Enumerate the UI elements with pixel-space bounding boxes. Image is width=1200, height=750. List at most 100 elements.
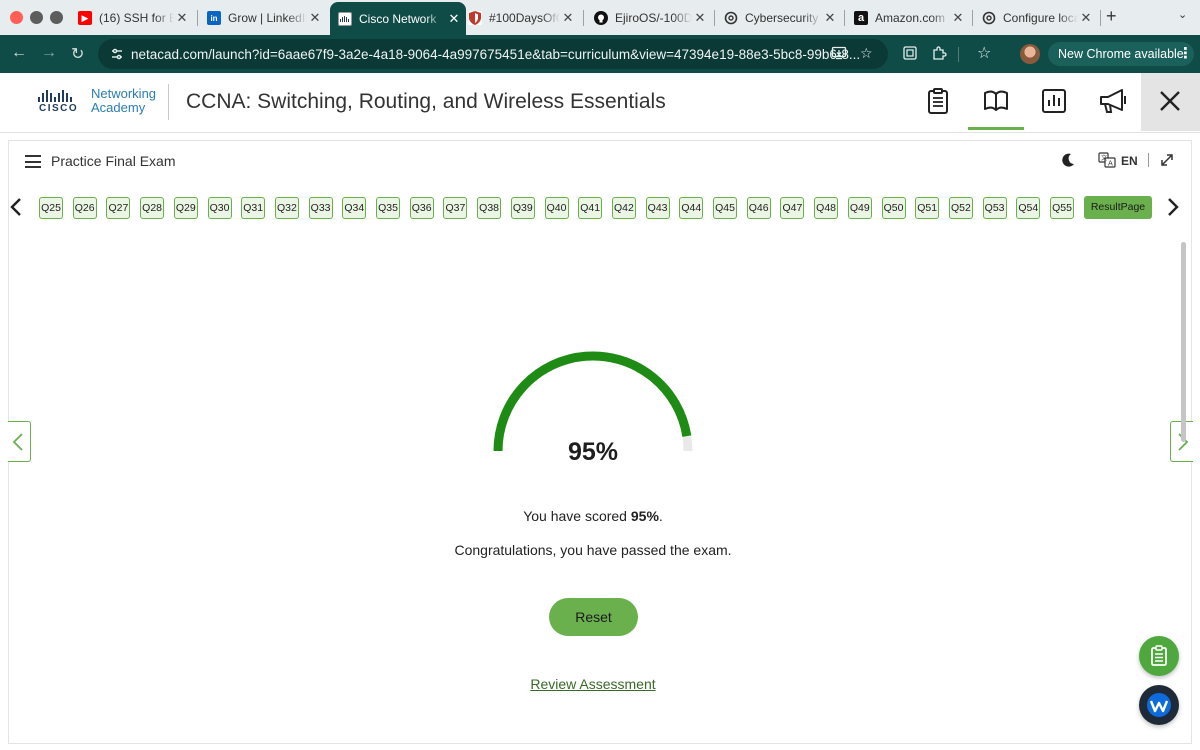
question-nav-next-chevron-icon[interactable] bbox=[1166, 196, 1180, 224]
profile-avatar[interactable] bbox=[1020, 44, 1040, 64]
chrome-menu-icon[interactable]: ⋮ bbox=[1178, 44, 1193, 62]
translate-icon[interactable]: 文A bbox=[1098, 152, 1116, 168]
new-tab-button[interactable]: + bbox=[1106, 6, 1117, 27]
expand-fullscreen-icon[interactable] bbox=[1160, 153, 1174, 167]
language-selector[interactable]: EN bbox=[1121, 154, 1138, 168]
close-course-button[interactable] bbox=[1141, 73, 1200, 131]
window-close-control[interactable] bbox=[10, 11, 23, 24]
question-button[interactable]: Q40 bbox=[544, 197, 569, 219]
question-button[interactable]: Q53 bbox=[982, 197, 1007, 219]
question-button[interactable]: Q47 bbox=[780, 197, 805, 219]
dark-mode-moon-icon[interactable] bbox=[1060, 152, 1076, 168]
browser-tab[interactable]: Cybersecurity ✕ bbox=[716, 5, 842, 31]
window-zoom-control[interactable] bbox=[50, 11, 63, 24]
browser-tab[interactable]: #100DaysOfCy ✕ bbox=[460, 5, 580, 31]
question-button[interactable]: Q38 bbox=[477, 197, 502, 219]
tab-close-icon[interactable]: ✕ bbox=[174, 10, 190, 26]
question-button[interactable]: Q26 bbox=[72, 197, 97, 219]
browser-tab[interactable]: EjiroOS/-100D ✕ bbox=[586, 5, 712, 31]
networking-academy-logo[interactable]: Networking Academy bbox=[91, 87, 156, 115]
browser-tab-strip: ▶ (16) SSH for Be ✕ in Grow | LinkedIn ✕… bbox=[0, 0, 1200, 35]
reset-button[interactable]: Reset bbox=[549, 598, 638, 636]
browser-tab[interactable]: Configure loca ✕ bbox=[974, 5, 1098, 31]
tab-close-icon[interactable]: ✕ bbox=[1078, 10, 1094, 26]
svg-text:A: A bbox=[1108, 160, 1113, 168]
window-minimize-control[interactable] bbox=[30, 11, 43, 24]
browser-tab-active[interactable]: Cisco Network ✕ bbox=[330, 2, 466, 35]
question-button[interactable]: Q49 bbox=[847, 197, 872, 219]
tab-label: #100DaysOfCy bbox=[489, 11, 560, 25]
question-button[interactable]: Q45 bbox=[713, 197, 737, 219]
tab-label: Amazon.com S bbox=[875, 11, 950, 25]
score-percentage: 95% bbox=[567, 438, 619, 466]
question-button[interactable]: Q39 bbox=[510, 197, 535, 219]
tab-close-icon[interactable]: ✕ bbox=[950, 10, 966, 26]
score-statement: You have scored 95%. bbox=[400, 508, 786, 524]
bookmarks-star-icon[interactable]: ☆ bbox=[977, 43, 991, 63]
scrollbar-thumb[interactable] bbox=[1181, 242, 1186, 442]
question-button[interactable]: Q55 bbox=[1050, 197, 1074, 219]
tab-close-icon[interactable]: ✕ bbox=[307, 10, 323, 26]
webex-floating-button[interactable] bbox=[1139, 685, 1179, 725]
tab-separator bbox=[583, 10, 584, 26]
chrome-update-button[interactable]: New Chrome available bbox=[1048, 42, 1194, 66]
question-button[interactable]: Q52 bbox=[948, 197, 973, 219]
browser-tab[interactable]: in Grow | LinkedIn ✕ bbox=[199, 5, 327, 31]
tab-close-icon[interactable]: ✕ bbox=[822, 10, 838, 26]
notes-clipboard-icon bbox=[1150, 645, 1168, 672]
question-button[interactable]: Q46 bbox=[746, 197, 771, 219]
active-tab-indicator bbox=[968, 127, 1024, 130]
question-button[interactable]: Q34 bbox=[342, 197, 367, 219]
install-app-icon[interactable] bbox=[831, 45, 847, 64]
question-button[interactable]: Q28 bbox=[140, 197, 165, 219]
brand-line-networking: Networking bbox=[91, 86, 157, 101]
question-button[interactable]: Q44 bbox=[679, 197, 704, 219]
previous-page-button[interactable] bbox=[8, 421, 31, 462]
address-bar[interactable]: netacad.com/launch?id=6aae67f9-3a2e-4a18… bbox=[98, 39, 888, 69]
gauge-fill bbox=[493, 351, 692, 452]
question-button[interactable]: Q31 bbox=[241, 197, 266, 219]
tab-close-icon[interactable]: ✕ bbox=[692, 10, 708, 26]
tab-separator bbox=[714, 10, 715, 26]
question-button[interactable]: Q48 bbox=[814, 197, 839, 219]
bookmark-star-icon[interactable]: ☆ bbox=[860, 45, 873, 62]
clipboard-icon[interactable] bbox=[924, 87, 952, 115]
megaphone-icon[interactable] bbox=[1098, 87, 1126, 115]
review-assessment-link[interactable]: Review Assessment bbox=[493, 676, 693, 692]
grades-icon[interactable] bbox=[1040, 87, 1068, 115]
question-button[interactable]: Q37 bbox=[443, 197, 468, 219]
question-button[interactable]: Q41 bbox=[578, 197, 603, 219]
question-button[interactable]: Q43 bbox=[645, 197, 670, 219]
question-button[interactable]: Q33 bbox=[308, 197, 333, 219]
question-button[interactable]: Q54 bbox=[1016, 197, 1041, 219]
question-button[interactable]: Q30 bbox=[207, 197, 232, 219]
question-button[interactable]: Q29 bbox=[173, 197, 198, 219]
cisco-logo-icon[interactable] bbox=[38, 90, 72, 102]
notes-floating-button[interactable] bbox=[1139, 636, 1179, 676]
tab-search-chevron-icon[interactable]: ⌄ bbox=[1178, 8, 1187, 21]
question-button[interactable]: Q32 bbox=[274, 197, 299, 219]
screenshot-icon[interactable] bbox=[902, 45, 918, 64]
toolbar-divider bbox=[958, 47, 959, 62]
question-button[interactable]: Q25 bbox=[39, 197, 63, 219]
question-button[interactable]: Q51 bbox=[915, 197, 940, 219]
question-button[interactable]: Q36 bbox=[409, 197, 434, 219]
extensions-puzzle-icon[interactable] bbox=[931, 45, 947, 64]
browser-tab[interactable]: a Amazon.com S ✕ bbox=[846, 5, 970, 31]
hamburger-menu-icon[interactable] bbox=[25, 155, 41, 172]
book-icon[interactable] bbox=[982, 87, 1010, 115]
question-nav-prev-chevron-icon[interactable] bbox=[9, 196, 23, 224]
tab-close-icon[interactable]: ✕ bbox=[560, 10, 576, 26]
site-settings-icon[interactable] bbox=[110, 47, 124, 61]
question-button[interactable]: Q27 bbox=[106, 197, 131, 219]
reload-icon[interactable]: ↻ bbox=[71, 44, 84, 64]
question-button[interactable]: Q42 bbox=[611, 197, 636, 219]
question-button[interactable]: Q35 bbox=[376, 197, 400, 219]
question-button[interactable]: Q50 bbox=[881, 197, 906, 219]
result-page-button[interactable]: ResultPage bbox=[1084, 196, 1152, 219]
score-value: 95% bbox=[630, 508, 659, 524]
tab-separator bbox=[1100, 10, 1101, 26]
forward-arrow-icon[interactable]: → bbox=[41, 44, 57, 62]
browser-tab[interactable]: ▶ (16) SSH for Be ✕ bbox=[70, 5, 194, 31]
back-arrow-icon[interactable]: ← bbox=[11, 44, 27, 62]
